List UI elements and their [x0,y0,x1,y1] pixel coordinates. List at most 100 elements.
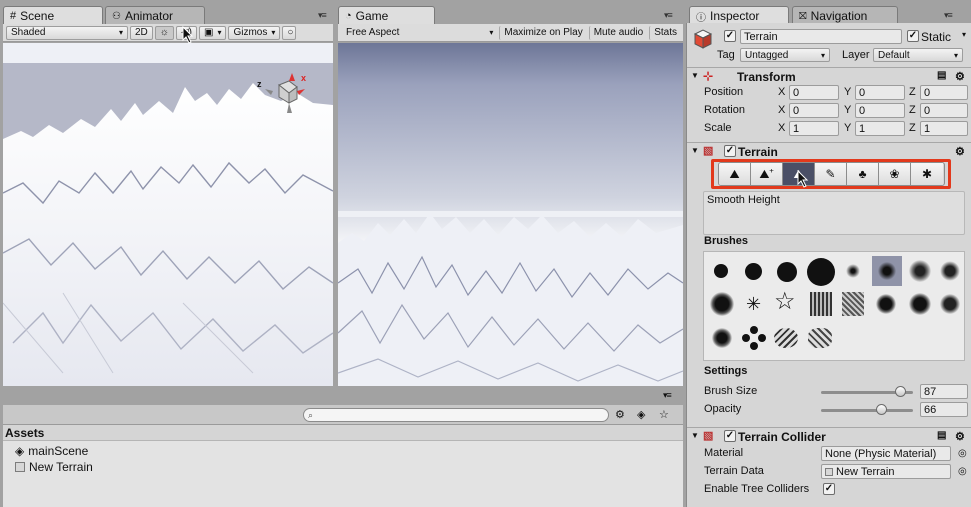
terrain-settings-icon[interactable]: ✱ [911,163,943,185]
brush-item[interactable]: ✳ [746,294,761,315]
object-picker-icon[interactable]: ◎ [958,466,967,477]
filter-by-type-icon[interactable]: ⚙ [615,408,625,421]
object-name-field[interactable]: Terrain [740,29,902,44]
opacity-slider-track[interactable] [821,409,913,412]
object-picker-icon[interactable]: ◎ [958,448,967,459]
game-viewport[interactable] [338,43,683,386]
opacity-slider-thumb[interactable] [876,404,888,415]
terrain-component-icon: ▧ [703,145,714,157]
game-panel-menu-icon[interactable]: ▾≡ [664,10,673,21]
static-dropdown-icon[interactable]: ▾ [962,30,966,39]
stats-button[interactable]: Stats [649,25,681,40]
tree-colliders-checkbox[interactable]: ✓ [823,483,835,495]
raise-lower-icon[interactable]: ⛰ [719,163,751,185]
brush-item[interactable] [940,294,960,314]
gizmos-dropdown[interactable]: Gizmos [228,25,281,40]
brush-item[interactable] [909,260,931,282]
brush-item[interactable] [745,263,762,280]
brush-item[interactable] [909,293,931,315]
scene-panel-menu-icon[interactable]: ▾≡ [318,10,327,21]
opacity-value: 66 [924,403,937,416]
brush-item[interactable] [774,328,798,348]
brush-item[interactable] [777,262,797,282]
project-panel-menu-icon[interactable]: ▾≡ [663,390,672,401]
scene-orientation-gizmo[interactable]: x z [253,73,313,123]
transform-gear-icon[interactable]: ⚙ [955,70,965,83]
terrain-header[interactable]: ▼ ▧ ✓ Terrain ⚙ [687,142,971,160]
position-y-field[interactable]: 0 [855,85,905,100]
foldout-arrow-icon[interactable]: ▼ [691,146,699,155]
terrain-asset-icon [15,462,25,472]
maximize-on-play-button[interactable]: Maximize on Play [499,25,586,40]
aspect-dropdown[interactable]: Free Aspect [342,25,498,40]
foldout-arrow-icon[interactable]: ▼ [691,431,699,440]
brush-item[interactable] [940,261,960,281]
paint-details-icon[interactable]: ❀ [879,163,911,185]
terrain-gear-icon[interactable]: ⚙ [955,145,965,158]
brush-item[interactable] [876,294,896,314]
terrain-data-field[interactable]: New Terrain [821,464,951,479]
project-tab-strip: ▾≡ [3,390,683,404]
brush-item[interactable] [742,326,766,350]
scene-viewport[interactable]: x z [3,43,333,386]
scale-x-field[interactable]: 1 [789,121,839,136]
tab-navigation[interactable]: ⛝ Navigation [792,6,898,24]
brush-item[interactable] [846,264,860,278]
transform-header[interactable]: ▼ ⊹ Transform ▤ ⚙ [687,67,971,85]
shading-mode-dropdown[interactable]: Shaded [6,25,128,40]
terrain-collider-header[interactable]: ▼ ▧ ✓ Terrain Collider ▤ ⚙ [687,427,971,445]
scale-y-field[interactable]: 1 [855,121,905,136]
transform-help-icon[interactable]: ▤ [937,70,946,81]
toggle-2d-button[interactable]: 2D [130,25,153,40]
scale-z-field[interactable]: 1 [920,121,968,136]
tab-inspector[interactable]: ⓘ Inspector [689,6,789,24]
terrain-enabled-checkbox[interactable]: ✓ [724,145,736,157]
tab-game[interactable]: ◔ Game [338,6,435,24]
inspector-menu-icon[interactable]: ▾≡ [944,10,953,21]
paint-texture-icon[interactable]: ✎ [815,163,847,185]
brush-item-selected[interactable] [872,256,902,286]
tab-scene[interactable]: # Scene [3,6,103,24]
favorites-star-icon[interactable]: ☆ [659,408,669,421]
position-z-field[interactable]: 0 [920,85,968,100]
brush-item[interactable]: ☆ [774,290,796,314]
rotation-z-field[interactable]: 0 [920,103,968,118]
rotation-y-field[interactable]: 0 [855,103,905,118]
asset-item-new-terrain[interactable]: New Terrain [15,460,93,474]
opacity-field[interactable]: 66 [920,402,968,417]
brush-item[interactable] [714,264,728,278]
position-x-field[interactable]: 0 [789,85,839,100]
scene-search-icon[interactable]: ○ [282,25,297,40]
brush-item[interactable] [810,292,832,316]
foldout-arrow-icon[interactable]: ▼ [691,71,699,80]
position-y-value: 0 [859,86,866,99]
terrain-collider-help-icon[interactable]: ▤ [937,430,946,441]
asset-item-mainscene[interactable]: ◈ mainScene [15,444,88,458]
filter-by-label-icon[interactable]: ◈ [637,408,645,421]
brush-item[interactable] [807,258,835,286]
mute-audio-button[interactable]: Mute audio [588,25,647,40]
animator-icon: ⚇ [112,10,121,22]
place-trees-icon[interactable]: ♣ [847,163,879,185]
terrain-collider-gear-icon[interactable]: ⚙ [955,430,965,443]
layer-dropdown[interactable]: Default [873,48,963,62]
scene-lighting-icon[interactable]: ☼ [154,25,174,40]
brush-size-slider-thumb[interactable] [894,386,906,397]
paint-height-icon[interactable]: ⛰⁺ [751,163,783,185]
terrain-collider-enabled-checkbox[interactable]: ✓ [724,430,736,442]
scene-effects-icon[interactable]: ▣ [199,25,227,40]
brush-item[interactable] [712,328,732,348]
tag-dropdown[interactable]: Untagged [740,48,830,62]
brush-item[interactable] [710,292,734,316]
rotation-x-field[interactable]: 0 [789,103,839,118]
brush-item[interactable] [808,328,832,348]
material-field[interactable]: None (Physic Material) [821,446,951,461]
object-active-checkbox[interactable]: ✓ [724,30,736,42]
project-search-input[interactable]: ⌕ [303,408,609,422]
static-checkbox[interactable]: ✓ [907,30,919,42]
tab-animator[interactable]: ⚇ Animator [105,6,205,24]
brush-size-field[interactable]: 87 [920,384,968,399]
object-name-value: Terrain [744,30,778,43]
brush-item[interactable] [842,292,864,316]
toggle-2d-label: 2D [135,27,148,38]
